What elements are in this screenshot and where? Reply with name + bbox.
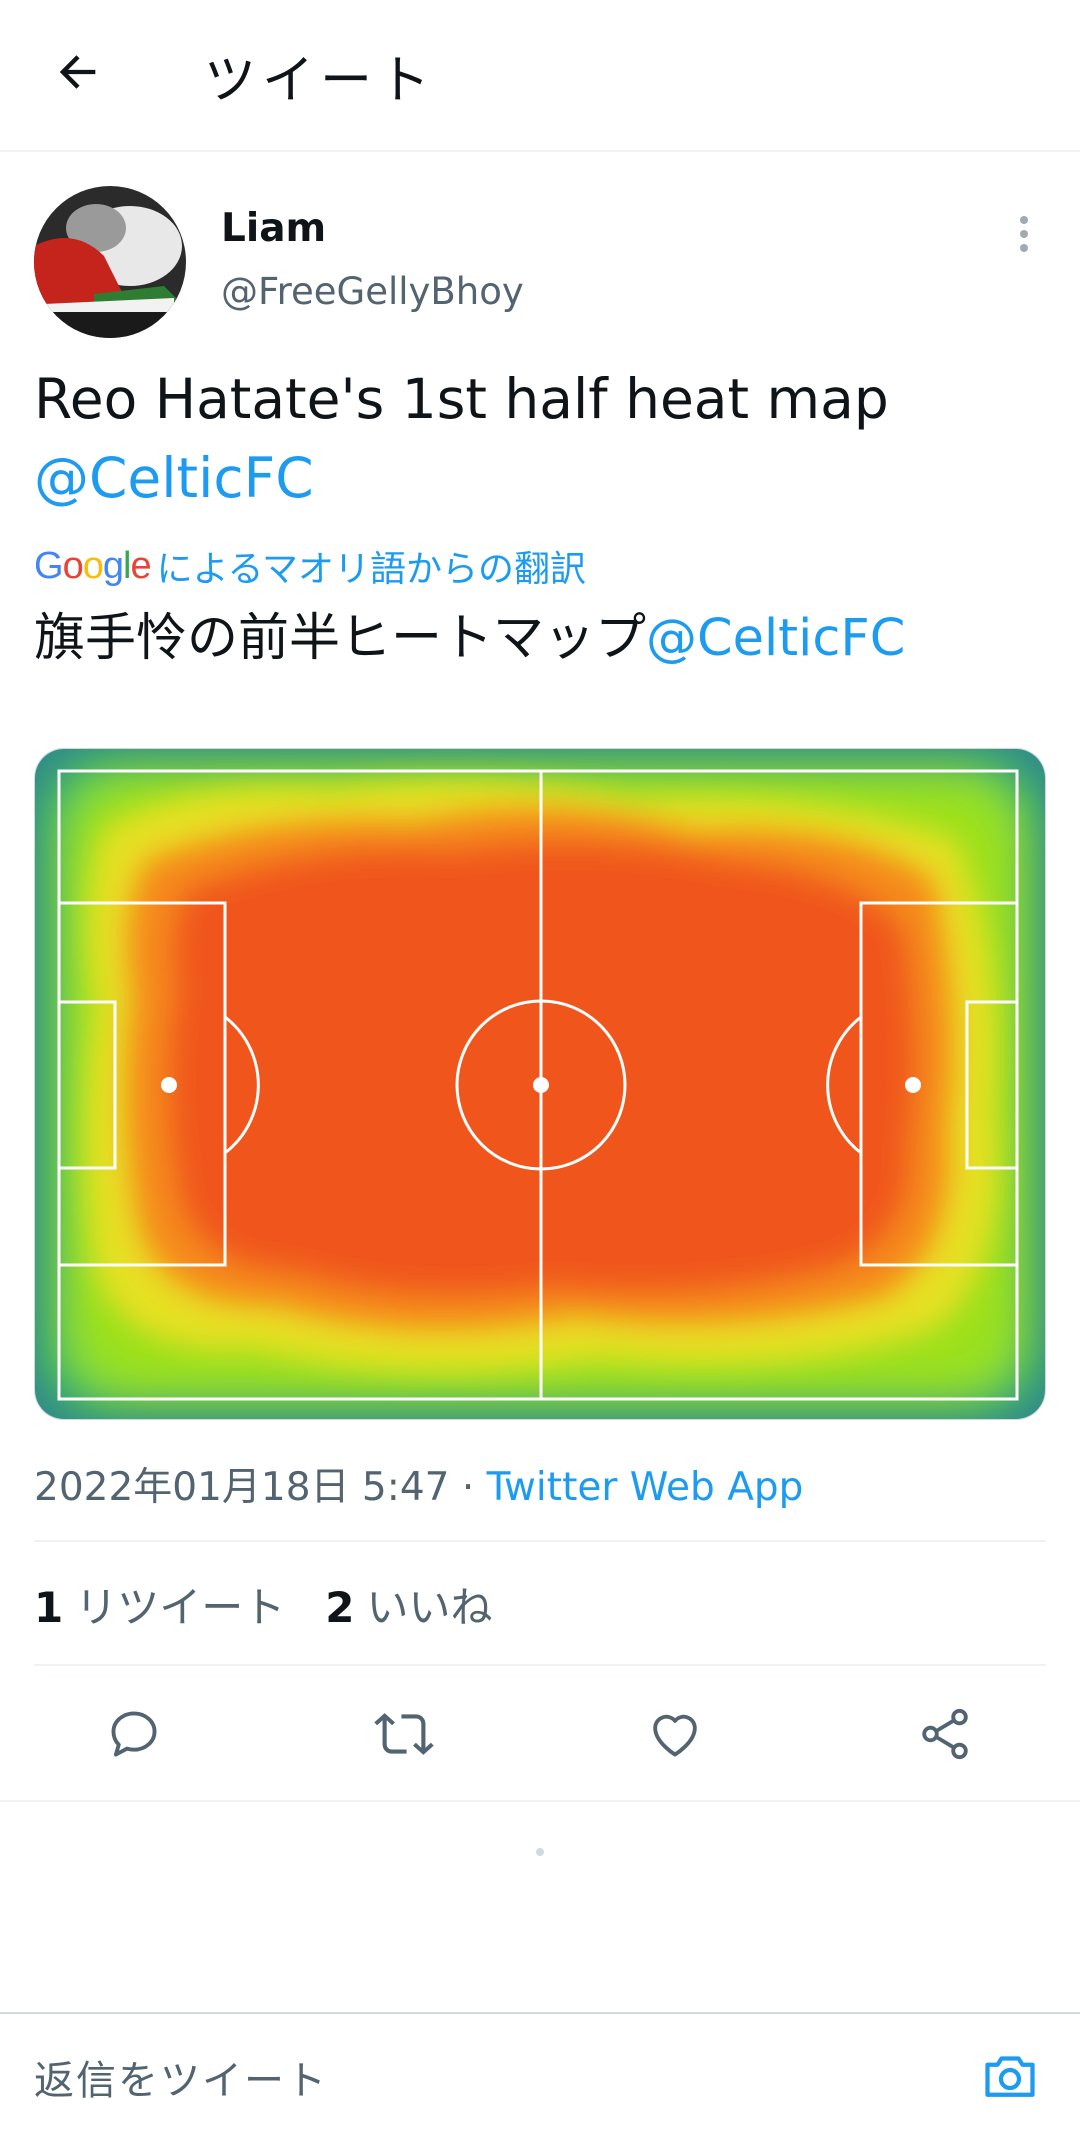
avatar-image — [34, 186, 186, 338]
translated-text: 旗手怜の前半ヒートマップ@CelticFC — [34, 608, 905, 670]
heatmap-image — [35, 749, 1045, 1419]
divider — [34, 1664, 1046, 1666]
loading-indicator — [536, 1848, 544, 1856]
retweet-button[interactable] — [368, 1698, 440, 1770]
reply-composer: 返信をツイート — [0, 2012, 1080, 2136]
tweet-stats: 1 リツイート 2 いいね — [34, 1574, 493, 1635]
translation-source-label: によるマオリ語からの翻訳 — [156, 549, 587, 590]
camera-button[interactable] — [978, 2044, 1042, 2108]
author-handle[interactable]: @FreeGellyBhoy — [221, 270, 524, 313]
reply-button[interactable] — [98, 1698, 170, 1770]
mention-link[interactable]: @CelticFC — [34, 439, 1044, 518]
like-button[interactable] — [639, 1698, 711, 1770]
tweet-text: Reo Hatate's 1st half heat map @CelticFC — [34, 360, 1044, 518]
translated-text-body: 旗手怜の前半ヒートマップ — [34, 609, 647, 668]
heart-icon — [653, 1714, 697, 1757]
retweets-label: リツイート — [75, 1583, 286, 1632]
avatar[interactable] — [34, 186, 186, 338]
translation-note[interactable]: Google によるマオリ語からの翻訳 — [34, 540, 586, 592]
tweet-actions — [0, 1668, 1080, 1802]
likes-count: 2 — [325, 1583, 355, 1632]
divider — [0, 1800, 1080, 1802]
reply-icon — [111, 1711, 157, 1757]
tweet-text-line: Reo Hatate's 1st half heat map — [34, 367, 889, 431]
tweet-timestamp: 2022年01月18日 5:47 · Twitter Web App — [34, 1456, 803, 1512]
page-title: ツイート — [204, 51, 437, 111]
google-logo: Google — [34, 544, 152, 587]
top-header: ツイート — [0, 0, 1080, 152]
retweets-count: 1 — [34, 1583, 64, 1632]
via-app-link[interactable]: Twitter Web App — [487, 1465, 804, 1510]
reply-input[interactable]: 返信をツイート — [34, 2048, 328, 2106]
likes-label: いいね — [366, 1583, 493, 1632]
retweets-stat[interactable]: 1 リツイート — [34, 1574, 285, 1635]
divider — [34, 1540, 1046, 1542]
camera-icon — [985, 2056, 1035, 2097]
author-name[interactable]: Liam — [221, 206, 326, 251]
translated-mention-link[interactable]: @CelticFC — [646, 609, 905, 668]
retweet-icon — [374, 1713, 434, 1755]
more-vertical-icon — [1020, 216, 1028, 252]
share-button[interactable] — [909, 1698, 981, 1770]
tweet-media-image[interactable] — [34, 748, 1046, 1420]
timestamp-text[interactable]: 2022年01月18日 5:47 · — [34, 1465, 487, 1510]
more-options-button[interactable] — [1004, 208, 1044, 260]
arrow-left-icon — [59, 55, 96, 89]
likes-stat[interactable]: 2 いいね — [325, 1574, 492, 1635]
back-button[interactable] — [42, 36, 114, 108]
share-icon — [922, 1708, 968, 1760]
